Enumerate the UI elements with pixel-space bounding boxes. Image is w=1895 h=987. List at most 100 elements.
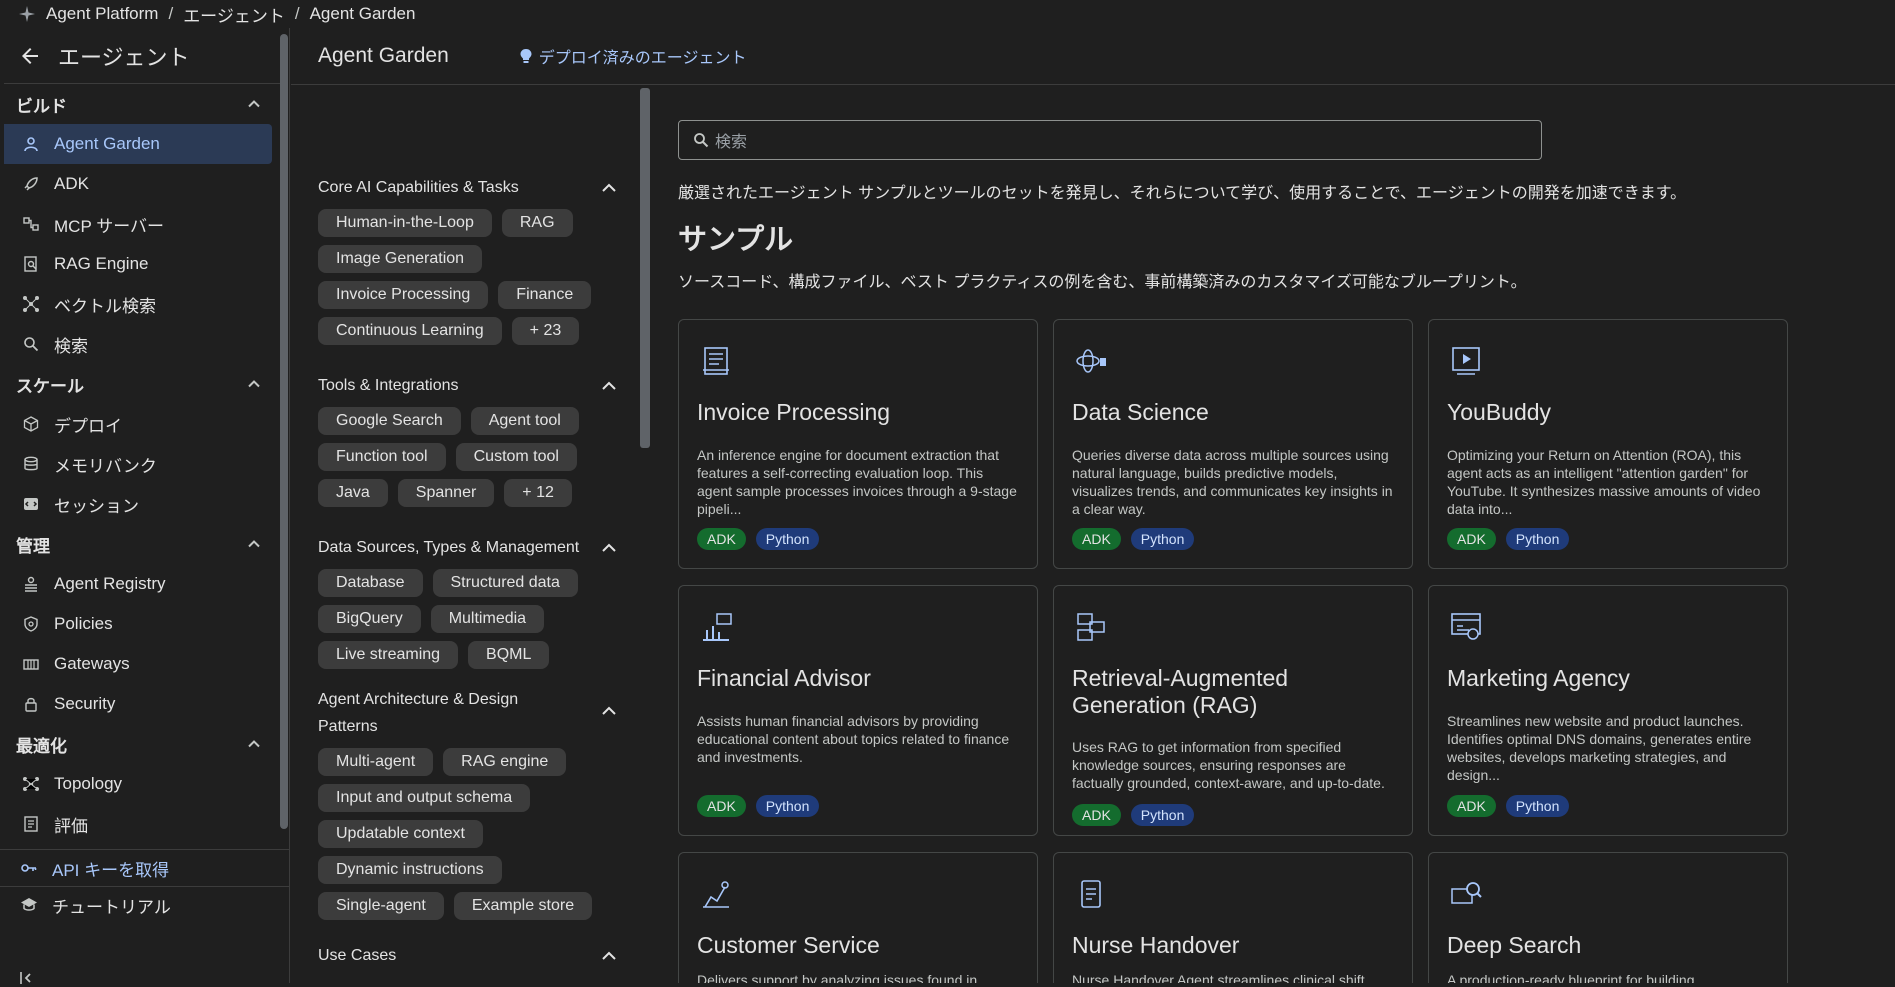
chevron-up-icon bbox=[602, 951, 616, 960]
filter-more-chip[interactable]: + 12 bbox=[504, 479, 572, 507]
sidebar-section-build[interactable]: ビルド bbox=[0, 84, 280, 124]
sample-card-data-science[interactable]: Data Science Queries diverse data across… bbox=[1053, 319, 1413, 569]
sidebar-item-agent-registry[interactable]: Agent Registry bbox=[4, 564, 272, 604]
sidebar-item-search[interactable]: 検索 bbox=[4, 324, 272, 364]
filter-chip[interactable]: Structured data bbox=[432, 569, 578, 597]
school-icon bbox=[21, 898, 37, 911]
card-tags: ADK Python bbox=[697, 795, 820, 817]
filter-chip[interactable]: Finance bbox=[498, 281, 592, 309]
sidebar-item-gateways[interactable]: Gateways bbox=[4, 644, 272, 684]
chevron-up-icon bbox=[248, 100, 260, 108]
sidebar-item-topology[interactable]: Topology bbox=[4, 764, 272, 804]
sidebar-item-deploy[interactable]: デプロイ bbox=[4, 404, 272, 444]
sidebar-section-optimize[interactable]: 最適化 bbox=[0, 724, 280, 764]
filter-panel-scrollbar[interactable] bbox=[640, 88, 650, 448]
filter-chip[interactable]: Multi-agent bbox=[318, 748, 434, 776]
card-tags: ADK Python bbox=[697, 528, 820, 550]
filter-more-chip[interactable]: + 23 bbox=[511, 317, 580, 345]
rocket-icon bbox=[22, 175, 40, 193]
evaluation-icon bbox=[22, 815, 40, 833]
section-label: 管理 bbox=[16, 536, 50, 556]
sidebar-item-vector-search[interactable]: ベクトル検索 bbox=[4, 284, 272, 324]
filter-chip[interactable]: Image Generation bbox=[318, 245, 483, 273]
filter-group-header[interactable]: Agent Architecture & Design Patterns bbox=[318, 686, 618, 740]
search-input[interactable]: 検索 bbox=[678, 120, 1542, 160]
card-description: An inference engine for document extract… bbox=[697, 447, 1017, 517]
filter-chip[interactable]: Example store bbox=[453, 892, 593, 920]
deployed-agents-link[interactable]: デプロイ済みのエージェント bbox=[519, 44, 746, 68]
card-title: Deep Search bbox=[1447, 932, 1582, 958]
filter-group-header[interactable]: Data Sources, Types & Management bbox=[318, 534, 618, 561]
intro-text: 厳選されたエージェント サンプルとツールのセットを発見し、それらについて学び、使… bbox=[678, 185, 1687, 202]
filter-group-header[interactable]: Core AI Capabilities & Tasks bbox=[318, 174, 618, 201]
filter-chip[interactable]: Custom tool bbox=[455, 443, 577, 471]
sidebar-section-scale[interactable]: スケール bbox=[0, 364, 280, 404]
breadcrumb: Agent Platform / エージェント / Agent Garden bbox=[0, 0, 1895, 28]
filter-chip[interactable]: Database bbox=[318, 569, 423, 597]
filter-chip[interactable]: BigQuery bbox=[318, 605, 421, 633]
filter-chip[interactable]: Input and output schema bbox=[318, 784, 531, 812]
sidebar-item-label: デプロイ bbox=[54, 416, 122, 436]
sample-card-financial-advisor[interactable]: Financial Advisor Assists human financia… bbox=[678, 585, 1038, 836]
filter-chip[interactable]: RAG engine bbox=[443, 748, 567, 776]
back-arrow-icon[interactable] bbox=[18, 44, 42, 68]
filter-group-header[interactable]: Tools & Integrations bbox=[318, 372, 618, 399]
filter-chip[interactable]: Single-agent bbox=[318, 892, 444, 920]
card-title: Marketing Agency bbox=[1447, 665, 1630, 691]
filter-chip[interactable]: Updatable context bbox=[318, 820, 483, 848]
card-title: Customer Service bbox=[697, 932, 880, 958]
sidebar-item-security[interactable]: Security bbox=[4, 684, 272, 724]
sidebar-item-memory-bank[interactable]: メモリバンク bbox=[4, 444, 272, 484]
filter-chip[interactable]: Spanner bbox=[397, 479, 495, 507]
breadcrumb-item-agents[interactable]: エージェント bbox=[183, 2, 285, 27]
sidebar-item-policies[interactable]: Policies bbox=[4, 604, 272, 644]
sample-card-marketing-agency[interactable]: Marketing Agency Streamlines new website… bbox=[1428, 585, 1788, 836]
sidebar-item-label: Gateways bbox=[54, 654, 130, 673]
filter-chip[interactable]: Live streaming bbox=[318, 641, 459, 669]
filter-chip[interactable]: Human-in-the-Loop bbox=[318, 209, 492, 237]
sidebar-item-agent-garden[interactable]: Agent Garden bbox=[4, 124, 272, 164]
session-icon bbox=[22, 495, 40, 513]
chevron-up-icon bbox=[602, 381, 616, 390]
sidebar-header: エージェント bbox=[4, 28, 280, 84]
filter-chip[interactable]: RAG bbox=[501, 209, 573, 237]
search-icon bbox=[694, 133, 709, 148]
customer-service-icon bbox=[703, 881, 729, 908]
sidebar-section-manage[interactable]: 管理 bbox=[0, 524, 280, 564]
sample-card-rag[interactable]: Retrieval-Augmented Generation (RAG) Use… bbox=[1053, 585, 1413, 836]
sample-card-customer-service[interactable]: Customer Service Delivers support by ana… bbox=[678, 852, 1038, 983]
sidebar-item-adk[interactable]: ADK bbox=[4, 164, 272, 204]
filter-chip[interactable]: Google Search bbox=[318, 407, 461, 435]
filter-chip[interactable]: Multimedia bbox=[430, 605, 545, 633]
card-title: Nurse Handover bbox=[1072, 932, 1240, 958]
sidebar-item-session[interactable]: セッション bbox=[4, 484, 272, 524]
tutorial-link[interactable]: チュートリアル bbox=[0, 886, 290, 923]
sidebar-item-rag-engine[interactable]: RAG Engine bbox=[4, 244, 272, 284]
filter-chip[interactable]: Invoice Processing bbox=[318, 281, 489, 309]
collapse-sidebar-icon[interactable] bbox=[18, 969, 36, 987]
card-description: Queries diverse data across multiple sou… bbox=[1072, 447, 1393, 517]
sidebar-item-evaluation[interactable]: 評価 bbox=[4, 804, 272, 844]
filter-chip[interactable]: Java bbox=[318, 479, 388, 507]
sample-card-youbuddy[interactable]: YouBuddy Optimizing your Return on Atten… bbox=[1428, 319, 1788, 569]
filter-chip[interactable]: Function tool bbox=[318, 443, 446, 471]
card-description: Assists human financial advisors by prov… bbox=[697, 713, 1010, 765]
filter-chip[interactable]: Continuous Learning bbox=[318, 317, 502, 345]
breadcrumb-item-platform[interactable]: Agent Platform bbox=[46, 4, 158, 24]
filter-chip[interactable]: BQML bbox=[468, 641, 550, 669]
filter-chips: Multi-agent RAG engine Input and output … bbox=[318, 748, 618, 920]
deploy-icon bbox=[22, 415, 40, 433]
sample-card-invoice-processing[interactable]: Invoice Processing An inference engine f… bbox=[678, 319, 1038, 569]
tag-python: Python bbox=[755, 528, 820, 550]
sample-card-nurse-handover[interactable]: Nurse Handover Nurse Handover Agent stre… bbox=[1053, 852, 1413, 983]
section-label: 最適化 bbox=[16, 736, 67, 756]
sample-card-deep-search[interactable]: Deep Search A production-ready blueprint… bbox=[1428, 852, 1788, 983]
get-api-key-link[interactable]: API キーを取得 bbox=[0, 849, 290, 886]
mcp-icon bbox=[22, 215, 40, 233]
filter-chip[interactable]: Agent tool bbox=[470, 407, 579, 435]
filter-chip[interactable]: Dynamic instructions bbox=[318, 856, 502, 884]
filter-group-header[interactable]: Use Cases bbox=[318, 942, 618, 969]
sidebar-item-mcp-server[interactable]: MCP サーバー bbox=[4, 204, 272, 244]
sidebar-scrollbar[interactable] bbox=[280, 34, 288, 829]
topology-icon bbox=[22, 775, 40, 793]
